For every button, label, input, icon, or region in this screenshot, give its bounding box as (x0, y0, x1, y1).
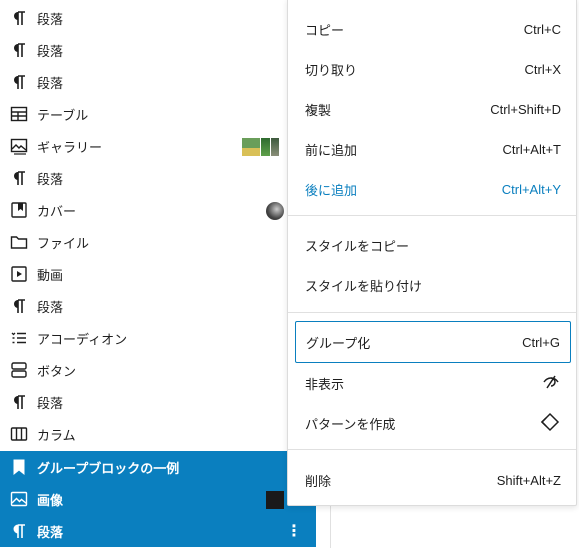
menu-item-copy[interactable]: コピー Ctrl+C (295, 11, 571, 47)
menu-item-shortcut: Ctrl+Shift+D (490, 101, 561, 117)
menu-item-label: パターンを作成 (305, 416, 396, 432)
gallery-thumbnails (242, 138, 279, 156)
list-item-file[interactable]: ファイル (0, 226, 316, 258)
list-item-paragraph[interactable]: 段落 (0, 34, 316, 66)
list-item-label: グループブロックの一例 (37, 460, 180, 476)
list-item-label: 段落 (37, 171, 64, 187)
list-item-label: 段落 (37, 395, 64, 411)
menu-item-group[interactable]: グループ化 Ctrl+G (295, 321, 571, 363)
list-item-label: ファイル (37, 235, 90, 251)
list-item-label: ボタン (37, 363, 77, 379)
list-item-accordion[interactable]: アコーディオン (0, 322, 316, 354)
menu-item-duplicate[interactable]: 複製 Ctrl+Shift+D (295, 91, 571, 127)
menu-item-label: スタイルを貼り付け (305, 278, 423, 294)
image-icon (9, 489, 29, 509)
menu-item-add-after[interactable]: 後に追加 Ctrl+Alt+Y (295, 171, 571, 207)
pattern-diamond-icon (539, 412, 561, 435)
menu-item-add-before[interactable]: 前に追加 Ctrl+Alt+T (295, 131, 571, 167)
menu-item-create-pattern[interactable]: パターンを作成 (295, 405, 571, 441)
menu-item-label: 非表示 (305, 376, 345, 392)
menu-separator (288, 449, 576, 450)
menu-item-label: 後に追加 (305, 182, 358, 198)
cover-icon (9, 200, 29, 220)
table-icon (9, 104, 29, 124)
paragraph-icon (9, 296, 29, 316)
list-item-label: カバー (37, 203, 77, 219)
list-item-label: 画像 (37, 492, 64, 508)
list-item-buttons[interactable]: ボタン (0, 354, 316, 386)
menu-item-delete[interactable]: 削除 Shift+Alt+Z (295, 462, 571, 498)
list-item-label: 段落 (37, 524, 64, 540)
list-item-paragraph[interactable]: 段落 (0, 66, 316, 98)
accordion-icon (9, 328, 29, 348)
list-item-paragraph[interactable]: 段落 (0, 2, 316, 34)
list-view: 段落 段落 段落 テーブル ギャラリー 段落 カバー ファイル 動画 段落 アコ… (0, 0, 316, 548)
menu-item-label: 複製 (305, 102, 332, 118)
columns-icon (9, 424, 29, 444)
menu-item-shortcut: Ctrl+Alt+Y (501, 181, 561, 197)
list-item-label: アコーディオン (37, 331, 128, 347)
list-item-table[interactable]: テーブル (0, 98, 316, 130)
menu-item-shortcut: Ctrl+X (524, 61, 561, 77)
image-thumbnail (266, 491, 284, 509)
paragraph-icon (9, 40, 29, 60)
menu-separator (288, 215, 576, 216)
video-icon (9, 264, 29, 284)
paragraph-icon (9, 392, 29, 412)
thumbnail-image (261, 138, 270, 156)
list-item-paragraph[interactable]: 段落 (0, 386, 316, 418)
list-item-label: 動画 (37, 267, 64, 283)
cover-thumbnail (266, 202, 284, 220)
menu-separator (288, 312, 576, 313)
file-icon (9, 232, 29, 252)
list-item-label: 段落 (37, 43, 64, 59)
list-item-paragraph-selected[interactable]: 段落 ⋮ (0, 515, 316, 547)
more-options-icon[interactable]: ⋮ (286, 521, 302, 541)
thumbnail-image (242, 138, 260, 156)
list-item-label: カラム (37, 427, 76, 443)
menu-item-label: 切り取り (305, 62, 358, 78)
list-item-paragraph[interactable]: 段落 (0, 162, 316, 194)
menu-item-hide[interactable]: 非表示 (295, 365, 571, 401)
list-item-label: 段落 (37, 75, 64, 91)
menu-item-label: スタイルをコピー (305, 238, 410, 254)
menu-item-label: コピー (305, 22, 345, 38)
menu-item-copy-styles[interactable]: スタイルをコピー (295, 227, 571, 263)
paragraph-icon (9, 521, 29, 541)
context-menu: コピー Ctrl+C 切り取り Ctrl+X 複製 Ctrl+Shift+D 前… (287, 0, 577, 506)
list-item-label: ギャラリー (37, 139, 103, 155)
paragraph-icon (9, 72, 29, 92)
thumbnail-image (266, 202, 284, 220)
menu-item-label: 削除 (305, 473, 332, 489)
list-item-label: 段落 (37, 299, 64, 315)
paragraph-icon (9, 8, 29, 28)
menu-item-shortcut: Shift+Alt+Z (496, 472, 561, 488)
bookmark-icon (9, 457, 29, 477)
list-item-columns[interactable]: カラム (0, 418, 316, 450)
menu-item-label: 前に追加 (305, 142, 358, 158)
list-item-group[interactable]: グループブロックの一例 (0, 451, 316, 483)
menu-item-cut[interactable]: 切り取り Ctrl+X (295, 51, 571, 87)
menu-item-label: グループ化 (306, 335, 371, 351)
list-item-image[interactable]: 画像 (0, 483, 316, 515)
menu-item-shortcut: Ctrl+Alt+T (502, 141, 561, 157)
list-item-label: テーブル (37, 107, 89, 123)
menu-item-paste-styles[interactable]: スタイルを貼り付け (295, 267, 571, 303)
list-item-gallery[interactable]: ギャラリー (0, 130, 316, 162)
list-item-label: 段落 (37, 11, 64, 27)
thumbnail-image (266, 491, 284, 509)
list-item-video[interactable]: 動画 (0, 258, 316, 290)
list-item-paragraph[interactable]: 段落 (0, 290, 316, 322)
thumbnail-image (271, 138, 279, 156)
list-item-cover[interactable]: カバー (0, 194, 316, 226)
gallery-icon (9, 136, 29, 156)
buttons-icon (9, 360, 29, 380)
menu-item-shortcut: Ctrl+G (522, 334, 560, 350)
menu-item-shortcut: Ctrl+C (523, 21, 561, 37)
paragraph-icon (9, 168, 29, 188)
hidden-eye-icon (541, 372, 561, 395)
